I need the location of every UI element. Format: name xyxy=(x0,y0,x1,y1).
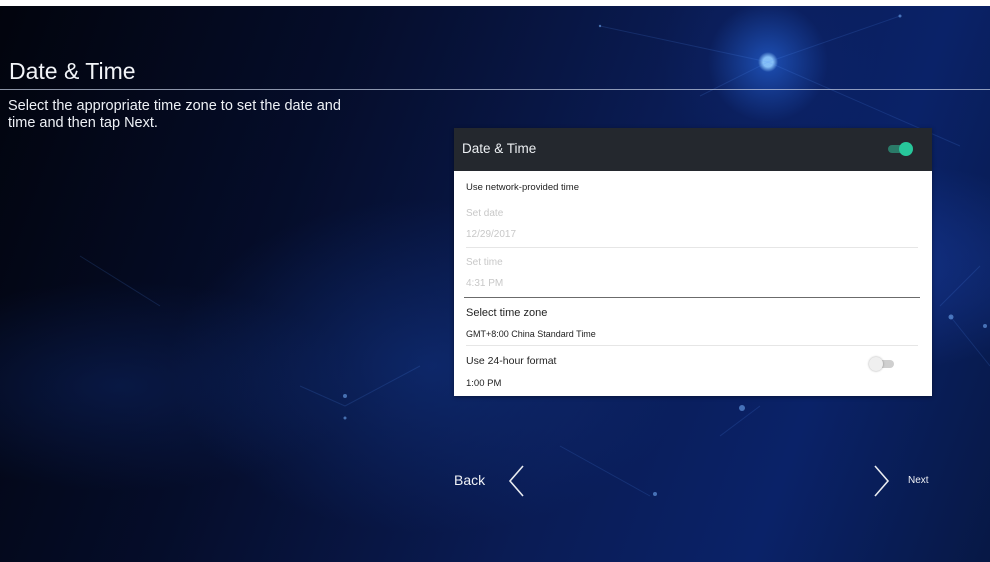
set-time-label: Set time xyxy=(466,257,503,268)
date-time-toggle[interactable] xyxy=(886,142,913,156)
panel-title: Date & Time xyxy=(462,141,537,156)
row-divider xyxy=(466,345,918,346)
page-title: Date & Time xyxy=(9,58,136,84)
set-time-value: 4:31 PM xyxy=(466,278,504,289)
set-date-value: 12/29/2017 xyxy=(466,229,517,240)
time-zone-value: GMT+8:00 China Standard Time xyxy=(466,329,596,339)
panel-header: Date & Time xyxy=(454,128,932,171)
toggle-knob xyxy=(899,142,913,156)
setup-screen: Date & Time Select the appropriate time … xyxy=(0,6,990,562)
network-time-option[interactable]: Use network-provided time xyxy=(466,182,579,193)
date-time-settings-panel: Date & Time Use network-provided time Se… xyxy=(454,128,932,396)
toggle-knob xyxy=(869,357,883,371)
instruction-text: Select the appropriate time zone to set … xyxy=(8,98,341,131)
select-time-zone-label[interactable]: Select time zone xyxy=(466,307,547,319)
set-date-label: Set date xyxy=(466,208,504,219)
section-divider xyxy=(464,297,920,298)
chevron-left-icon[interactable] xyxy=(507,464,527,498)
hour-format-toggle[interactable] xyxy=(869,357,896,371)
time-format-example: 1:00 PM xyxy=(466,378,502,389)
back-button[interactable]: Back xyxy=(454,472,485,488)
hour-format-label[interactable]: Use 24-hour format xyxy=(466,355,556,367)
row-divider xyxy=(466,247,918,248)
title-divider xyxy=(0,89,990,90)
chevron-right-icon[interactable] xyxy=(871,464,891,498)
next-button[interactable]: Next xyxy=(908,475,929,486)
